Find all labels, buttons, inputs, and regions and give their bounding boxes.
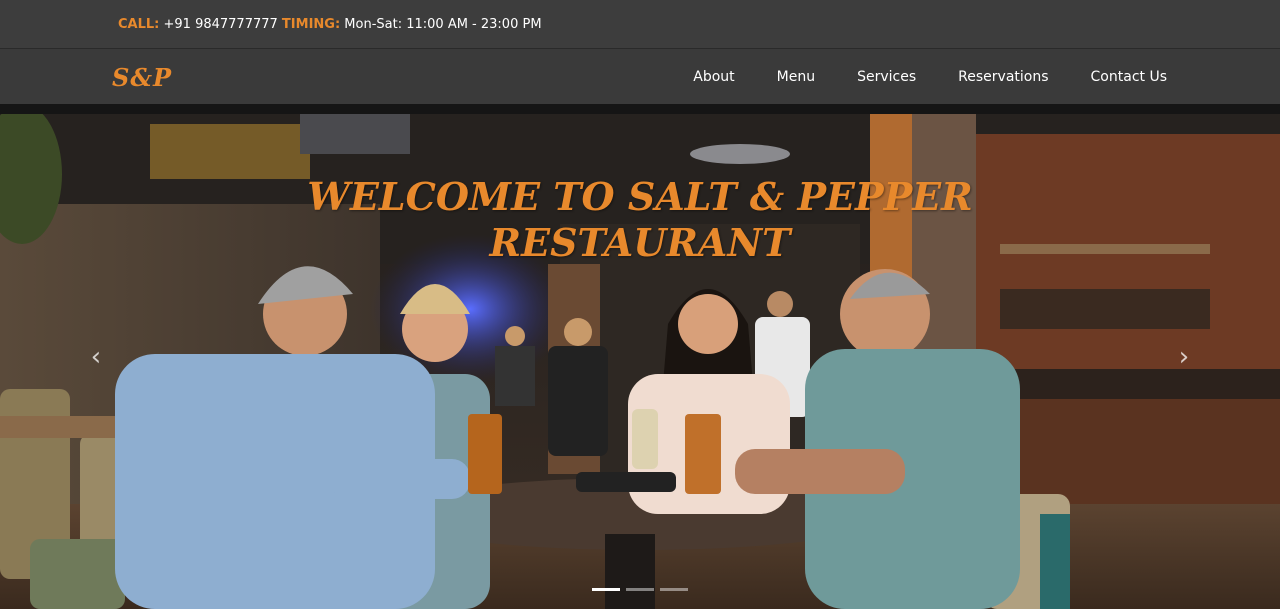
carousel-indicator[interactable]	[592, 588, 620, 591]
hero-title-line-1: WELCOME TO SALT & PEPPER	[307, 174, 973, 219]
main-nav: About Menu Services Reservations Contact…	[693, 49, 1167, 105]
chevron-left-icon[interactable]: ‹	[86, 342, 106, 372]
hero-title: WELCOME TO SALT & PEPPER RESTAURANT	[0, 174, 1280, 266]
nav-link-reservations[interactable]: Reservations	[958, 69, 1048, 85]
timing-label: TIMING:	[281, 16, 341, 32]
main-navbar: S&P About Menu Services Reservations Con…	[0, 48, 1280, 104]
carousel-indicator[interactable]	[626, 588, 654, 591]
hero-carousel: WELCOME TO SALT & PEPPER RESTAURANT ‹ ›	[0, 104, 1280, 609]
contact-info-bar: CALL: +91 9847777777 TIMING: Mon-Sat: 11…	[0, 0, 1280, 48]
chevron-right-icon[interactable]: ›	[1174, 342, 1194, 372]
call-label: CALL:	[118, 16, 160, 32]
nav-link-about[interactable]: About	[693, 69, 734, 85]
carousel-indicators	[592, 588, 688, 591]
brand-logo[interactable]: S&P	[112, 63, 172, 92]
navbar-shadow	[0, 104, 1280, 114]
carousel-indicator[interactable]	[660, 588, 688, 591]
nav-link-menu[interactable]: Menu	[777, 69, 815, 85]
nav-link-contact-us[interactable]: Contact Us	[1091, 69, 1167, 85]
opening-hours: Mon-Sat: 11:00 AM - 23:00 PM	[340, 16, 542, 32]
nav-link-services[interactable]: Services	[857, 69, 916, 85]
hero-title-line-2: RESTAURANT	[489, 220, 791, 265]
phone-number[interactable]: +91 9847777777	[159, 17, 282, 32]
